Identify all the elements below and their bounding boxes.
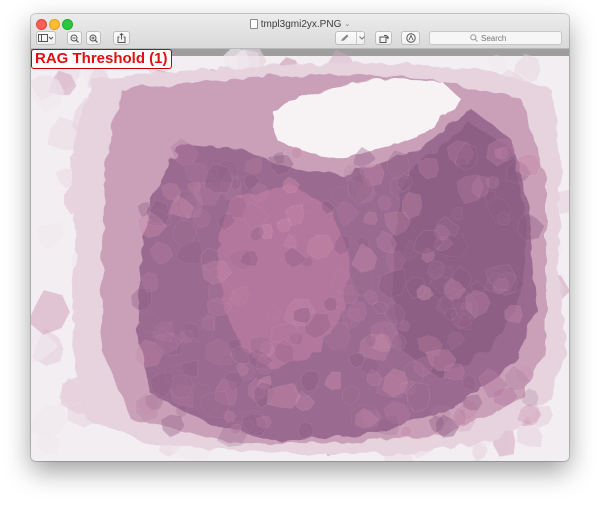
image-viewport[interactable]: RAG Threshold (1) bbox=[31, 49, 569, 461]
sidebar-icon bbox=[38, 34, 54, 42]
share-button[interactable] bbox=[113, 31, 130, 45]
chevron-down-icon: ⌄ bbox=[344, 21, 351, 28]
chevron-down-icon bbox=[359, 36, 365, 40]
pen-icon bbox=[341, 34, 349, 41]
title-bar: tmpl3gmi2yx.PNG ⌄ bbox=[31, 14, 569, 49]
segmented-image bbox=[31, 49, 569, 461]
search-field[interactable] bbox=[429, 31, 562, 45]
annotate-button[interactable] bbox=[401, 31, 420, 45]
zoom-in-icon bbox=[89, 34, 98, 43]
markup-button[interactable] bbox=[335, 31, 365, 45]
threshold-label: RAG Threshold (1) bbox=[31, 49, 172, 69]
superpixel bbox=[462, 393, 484, 411]
zoom-out-icon bbox=[70, 34, 79, 43]
preview-window: tmpl3gmi2yx.PNG ⌄ Search RAG Threshold (… bbox=[31, 14, 569, 461]
button-divider bbox=[356, 32, 357, 44]
search-input[interactable] bbox=[481, 33, 521, 43]
window-title-group[interactable]: tmpl3gmi2yx.PNG ⌄ bbox=[31, 17, 569, 31]
rotate-button[interactable] bbox=[375, 31, 392, 45]
share-icon bbox=[117, 33, 126, 43]
superpixel bbox=[443, 363, 465, 380]
zoom-in-button[interactable] bbox=[86, 31, 101, 45]
sidebar-button[interactable] bbox=[36, 31, 56, 45]
window-title: tmpl3gmi2yx.PNG bbox=[260, 18, 342, 30]
document-icon bbox=[249, 19, 258, 29]
rotate-icon bbox=[379, 34, 389, 43]
annotate-icon bbox=[405, 33, 416, 43]
search-icon bbox=[470, 34, 478, 42]
superpixel bbox=[292, 307, 312, 324]
zoom-out-button[interactable] bbox=[67, 31, 82, 45]
